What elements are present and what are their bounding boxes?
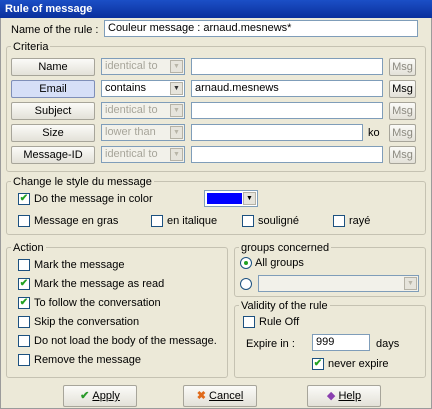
italic-label: en italique — [167, 215, 218, 227]
action-label: Skip the conversation — [34, 316, 140, 328]
action-label: To follow the conversation — [34, 297, 161, 309]
color-picker[interactable]: ▼ — [204, 190, 258, 207]
chevron-down-icon[interactable]: ▼ — [170, 60, 183, 73]
chevron-down-icon[interactable]: ▼ — [170, 82, 183, 95]
never-expire-checkbox[interactable]: ✔ — [312, 358, 324, 370]
apply-label: Apply — [92, 390, 120, 402]
group-select[interactable]: ▼ — [258, 275, 419, 292]
action-label: Do not load the body of the message. — [34, 335, 217, 347]
color-checkbox[interactable]: ✔ — [18, 193, 30, 205]
group-select-radio[interactable] — [240, 278, 252, 290]
style-title: Change le style du message — [11, 176, 154, 188]
expire-input[interactable]: 999 — [312, 334, 370, 351]
check-icon: ✔ — [80, 390, 90, 402]
color-swatch — [207, 193, 242, 204]
criteria-operator-select[interactable]: lower than ▼ — [101, 124, 185, 141]
criteria-value-input[interactable] — [191, 58, 383, 75]
never-expire-label: never expire — [328, 358, 389, 370]
window-title: Rule of message — [0, 0, 432, 18]
underline-label: souligné — [258, 215, 299, 227]
days-label: days — [376, 338, 400, 350]
cancel-button[interactable]: ✖ Cancel — [183, 385, 257, 407]
action-title: Action — [11, 242, 46, 254]
criteria-field-button[interactable]: Email — [11, 80, 95, 98]
criteria-operator-value: identical to — [105, 60, 158, 72]
underline-checkbox[interactable] — [242, 215, 254, 227]
criteria-value-input[interactable] — [191, 124, 363, 141]
criteria-msg-button[interactable]: Msg — [389, 80, 416, 98]
criteria-field-button[interactable]: Size — [11, 124, 95, 142]
color-label: Do the message in color — [34, 193, 153, 205]
criteria-value-input[interactable] — [191, 146, 383, 163]
groups-title: groups concerned — [239, 242, 332, 254]
all-groups-radio[interactable] — [240, 257, 252, 269]
action-checkbox[interactable] — [18, 335, 30, 347]
rule-name-input[interactable]: Couleur message : arnaud.mesnews* — [104, 20, 418, 37]
apply-button[interactable]: ✔ Apply — [63, 385, 137, 407]
criteria-value-input[interactable] — [191, 102, 383, 119]
criteria-operator-value: lower than — [105, 126, 156, 138]
criteria-field-button[interactable]: Message-ID — [11, 146, 95, 164]
criteria-msg-button[interactable]: Msg — [389, 146, 416, 164]
strike-label: rayé — [349, 215, 371, 227]
cancel-label: Cancel — [209, 390, 244, 402]
criteria-operator-value: identical to — [105, 104, 158, 116]
action-label: Mark the message — [34, 259, 125, 271]
validity-title: Validity of the rule — [239, 300, 330, 312]
size-unit-label: ko — [368, 127, 380, 139]
criteria-operator-value: contains — [105, 82, 146, 94]
criteria-value-input[interactable]: arnaud.mesnews — [191, 80, 383, 97]
action-checkbox[interactable]: ✔ — [18, 297, 30, 309]
action-label: Remove the message — [34, 354, 141, 366]
bold-label: Message en gras — [34, 215, 119, 227]
criteria-operator-select[interactable]: contains ▼ — [101, 80, 185, 97]
rule-name-label: Name of the rule : — [11, 24, 99, 36]
all-groups-label: All groups — [255, 257, 304, 269]
criteria-operator-select[interactable]: identical to ▼ — [101, 58, 185, 75]
criteria-field-button[interactable]: Subject — [11, 102, 95, 120]
chevron-down-icon[interactable]: ▼ — [170, 148, 183, 161]
chevron-down-icon[interactable]: ▼ — [243, 192, 256, 205]
action-checkbox[interactable] — [18, 259, 30, 271]
criteria-msg-button[interactable]: Msg — [389, 102, 416, 120]
close-icon: ✖ — [196, 390, 206, 402]
strike-checkbox[interactable] — [333, 215, 345, 227]
help-icon: ◆ — [326, 390, 336, 402]
action-checkbox[interactable] — [18, 354, 30, 366]
expire-label: Expire in : — [246, 338, 295, 350]
chevron-down-icon[interactable]: ▼ — [170, 104, 183, 117]
bold-checkbox[interactable] — [18, 215, 30, 227]
criteria-field-button[interactable]: Name — [11, 58, 95, 76]
chevron-down-icon[interactable]: ▼ — [170, 126, 183, 139]
italic-checkbox[interactable] — [151, 215, 163, 227]
help-label: Help — [338, 390, 362, 402]
help-button[interactable]: ◆ Help — [307, 385, 381, 407]
criteria-msg-button[interactable]: Msg — [389, 58, 416, 76]
action-checkbox[interactable] — [18, 316, 30, 328]
criteria-title: Criteria — [11, 41, 51, 53]
chevron-down-icon[interactable]: ▼ — [404, 277, 417, 290]
rule-off-checkbox[interactable] — [243, 316, 255, 328]
criteria-operator-select[interactable]: identical to ▼ — [101, 102, 185, 119]
criteria-msg-button[interactable]: Msg — [389, 124, 416, 142]
rule-off-label: Rule Off — [259, 316, 300, 328]
action-label: Mark the message as read — [34, 278, 165, 290]
action-checkbox[interactable]: ✔ — [18, 278, 30, 290]
criteria-operator-select[interactable]: identical to ▼ — [101, 146, 185, 163]
criteria-operator-value: identical to — [105, 148, 158, 160]
